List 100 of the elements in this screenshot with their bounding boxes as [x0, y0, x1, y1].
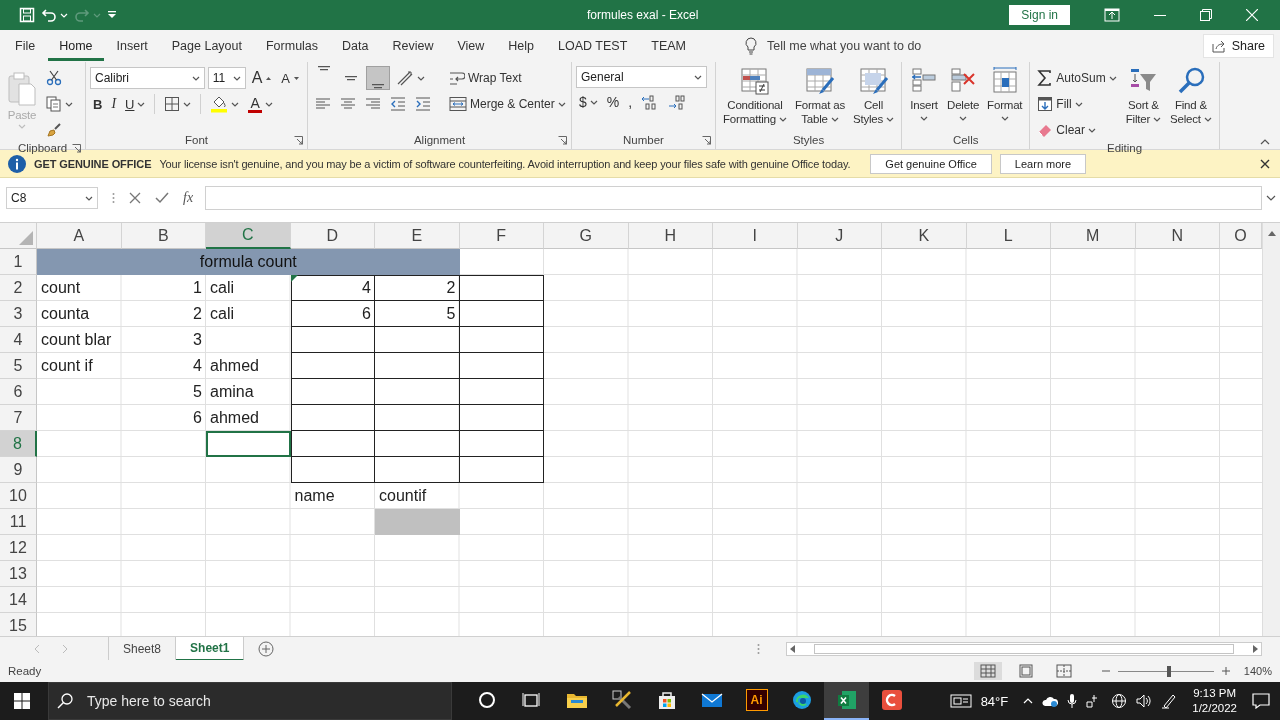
clock-date[interactable]: 1/2/2022 — [1192, 701, 1237, 716]
menu-tab[interactable]: Formulas — [254, 31, 330, 61]
shrink-font-button[interactable]: A — [278, 66, 303, 90]
autosum-button[interactable]: AutoSum — [1034, 66, 1120, 90]
row-header[interactable]: 15 — [0, 613, 37, 636]
speaker-icon[interactable] — [1136, 694, 1153, 708]
caret-icon[interactable] — [694, 74, 702, 80]
comma-style-button[interactable]: , — [625, 90, 636, 114]
row-header[interactable]: 7 — [0, 405, 37, 431]
enter-check-icon[interactable] — [155, 192, 169, 204]
collapse-ribbon-icon[interactable] — [1260, 139, 1270, 145]
menu-tab[interactable]: File — [4, 31, 47, 61]
sign-in-button[interactable]: Sign in — [1009, 5, 1070, 25]
percent-button[interactable]: % — [603, 90, 623, 114]
delete-button[interactable]: Delete — [944, 66, 983, 130]
caret-icon[interactable] — [830, 117, 839, 123]
menu-tab[interactable]: LOAD TEST — [547, 31, 639, 61]
slider-thumb[interactable] — [1166, 665, 1171, 677]
row-header[interactable]: 8 — [0, 431, 37, 457]
microphone-icon[interactable] — [1067, 693, 1078, 709]
find-select-button[interactable]: Find & Select — [1167, 66, 1215, 130]
caret-icon[interactable] — [65, 101, 73, 107]
share-button[interactable]: Share — [1202, 34, 1274, 58]
insert-function-button[interactable]: fx — [183, 190, 194, 206]
close-icon[interactable] — [1260, 158, 1270, 169]
caret-icon[interactable] — [417, 75, 425, 81]
expand-formula-icon[interactable] — [1266, 195, 1276, 201]
maximize-icon[interactable] — [1200, 9, 1212, 21]
clear-button[interactable]: Clear — [1034, 118, 1120, 142]
caret-icon[interactable] — [231, 101, 240, 107]
format-as-table-button[interactable]: Format as Table — [791, 66, 848, 130]
insert-button[interactable]: Insert — [906, 66, 943, 130]
caret-icon[interactable] — [1153, 117, 1162, 123]
column-header[interactable]: J — [797, 223, 882, 249]
cloud-icon[interactable] — [1042, 695, 1059, 707]
weather-temperature[interactable]: 84°F — [980, 693, 1009, 709]
font-name-field[interactable]: Calibri — [90, 67, 205, 89]
caret-icon[interactable] — [1088, 127, 1097, 133]
scroll-up-icon[interactable] — [1267, 231, 1276, 236]
format-button[interactable]: Format — [984, 66, 1026, 130]
column-header[interactable]: H — [628, 223, 713, 249]
row-header[interactable]: 1 — [0, 249, 37, 275]
menu-tab[interactable]: Data — [331, 31, 380, 61]
vertical-scrollbar[interactable] — [1262, 223, 1280, 636]
fill-button[interactable]: Fill — [1034, 92, 1120, 116]
caret-icon[interactable] — [1074, 101, 1083, 107]
caret-icon[interactable] — [886, 117, 895, 123]
menu-tab[interactable]: View — [446, 31, 496, 61]
new-sheet-icon[interactable] — [258, 640, 275, 657]
bottom-align-button[interactable] — [366, 66, 390, 90]
cell-styles-button[interactable]: Cell Styles — [849, 66, 898, 130]
grow-font-button[interactable]: A — [248, 66, 276, 90]
row-header[interactable]: 6 — [0, 379, 37, 405]
caret-icon[interactable] — [137, 101, 146, 107]
caret-icon[interactable] — [264, 101, 273, 107]
sort-filter-button[interactable]: Sort & Filter — [1122, 66, 1165, 130]
row-header[interactable]: 11 — [0, 509, 37, 535]
menu-tab[interactable]: Insert — [105, 31, 159, 61]
search-input[interactable]: Type here to search — [85, 692, 385, 710]
dialog-launcher-icon[interactable] — [72, 143, 81, 153]
italic-button[interactable]: I — [108, 92, 120, 116]
zoom-level[interactable]: 140% — [1243, 665, 1272, 677]
taskbar-search-field[interactable]: Type here to search — [48, 682, 452, 720]
selected-cell[interactable] — [206, 431, 291, 457]
caret-icon[interactable] — [191, 75, 200, 81]
bold-button[interactable]: B — [90, 92, 106, 116]
tray-caret-icon[interactable] — [1023, 698, 1034, 704]
row-header[interactable]: 10 — [0, 483, 37, 509]
taskbar-app[interactable]: Ai — [734, 682, 779, 720]
caret-icon[interactable] — [778, 117, 787, 123]
horizontal-scrollbar[interactable] — [786, 641, 1262, 656]
caret-icon[interactable] — [1108, 75, 1117, 81]
currency-button[interactable]: $ — [576, 90, 601, 114]
scroll-left-icon[interactable] — [790, 644, 795, 653]
conditional-formatting-button[interactable]: Conditional Formatting — [720, 66, 790, 130]
wrap-text-button[interactable]: Wrap Text — [446, 66, 569, 90]
sheet-tab[interactable]: Sheet1 — [176, 636, 245, 661]
column-header[interactable]: K — [882, 223, 967, 249]
column-header[interactable]: F — [459, 223, 544, 249]
column-header[interactable]: N — [1135, 223, 1220, 249]
caret-icon[interactable] — [183, 101, 192, 107]
column-header[interactable]: M — [1051, 223, 1136, 249]
menu-tab[interactable]: Review — [381, 31, 445, 61]
caret-icon[interactable] — [557, 101, 566, 107]
number-format-field[interactable]: General — [576, 66, 707, 88]
scroll-thumb[interactable] — [814, 643, 1234, 654]
caret-icon[interactable] — [1203, 117, 1212, 123]
customize-icon[interactable] — [107, 10, 117, 20]
font-size-field[interactable]: 11 — [207, 67, 246, 89]
globe-icon[interactable] — [1111, 693, 1128, 709]
formula-field[interactable] — [205, 186, 1262, 210]
lightbulb-icon[interactable] — [745, 37, 758, 55]
normal-view-button[interactable] — [973, 662, 1002, 680]
row-header[interactable]: 9 — [0, 457, 37, 483]
row-header[interactable]: 4 — [0, 327, 37, 353]
caret-icon[interactable] — [1000, 116, 1009, 121]
column-header[interactable]: G — [544, 223, 629, 249]
save-icon[interactable] — [19, 7, 35, 23]
cancel-icon[interactable] — [129, 192, 141, 204]
dialog-launcher-icon[interactable] — [558, 135, 567, 145]
